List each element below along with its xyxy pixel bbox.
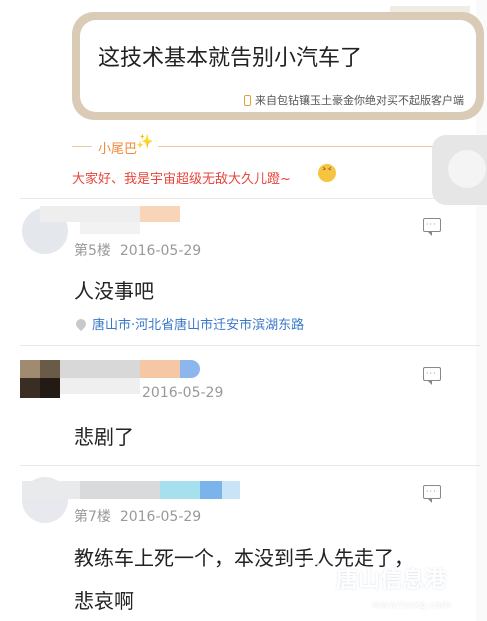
username-blurred-pixel bbox=[222, 481, 240, 499]
comment-text: 悲剧了 bbox=[74, 425, 134, 449]
post-date: 2016-05-29 bbox=[142, 385, 224, 401]
floating-button-circle[interactable] bbox=[448, 150, 486, 188]
username-blurred-pixel bbox=[60, 378, 140, 394]
username-blurred-pixel bbox=[200, 481, 222, 499]
location-pin-icon bbox=[73, 316, 89, 331]
username-blurred-pixel bbox=[140, 360, 180, 378]
username-blurred[interactable] bbox=[60, 360, 140, 378]
laughing-emoji-icon: ˃˂ bbox=[318, 164, 336, 182]
comment-item: ··· 2016-05-29 悲剧了 bbox=[0, 345, 487, 465]
comment-text: 人没事吧 bbox=[74, 279, 154, 303]
username-blurred-pixel bbox=[80, 481, 160, 499]
floor-number: 第5楼 bbox=[74, 243, 111, 259]
client-source-label: 来自包钻镶玉土豪金你绝对买不起版客户端 bbox=[255, 94, 464, 107]
signature-text: 大家好、我是宇宙超级无敌大久儿蹬~ bbox=[72, 172, 291, 187]
floor-and-date: 第7楼 2016-05-29 bbox=[74, 506, 201, 526]
username-blurred[interactable] bbox=[40, 206, 140, 222]
tail-emoji-icon: ✨ bbox=[136, 134, 154, 150]
tail-label: 小尾巴 bbox=[98, 142, 138, 157]
watermark-text: 唐山信息港 bbox=[336, 568, 447, 593]
phone-icon bbox=[244, 94, 251, 106]
post-date: 2016-05-29 bbox=[119, 243, 202, 259]
username-blurred-pixel bbox=[140, 206, 180, 222]
reply-icon[interactable]: ··· bbox=[423, 218, 441, 236]
watermark-logo-icon bbox=[290, 560, 328, 598]
tail-divider-left bbox=[72, 146, 92, 147]
username-blurred-pixel bbox=[80, 222, 140, 234]
comment-text-line-2: 悲哀啊 bbox=[74, 589, 134, 613]
reply-icon[interactable]: ··· bbox=[423, 367, 441, 385]
client-source: 来自包钻镶玉土豪金你绝对买不起版客户端 bbox=[244, 92, 464, 108]
floor-number: 第7楼 bbox=[74, 509, 111, 525]
bubble-text: 这技术基本就告别小汽车了 bbox=[98, 46, 363, 71]
quoted-post-bubble: 这技术基本就告别小汽车了 来自包钻镶玉土豪金你绝对买不起版客户端 bbox=[72, 12, 484, 120]
location-text: 唐山市·河北省唐山市迁安市滨湖东路 bbox=[92, 318, 305, 333]
watermark-url: www.tsxxg.com bbox=[372, 600, 451, 611]
comment-item: ··· 第5楼 2016-05-29 人没事吧 唐山市·河北省唐山市迁安市滨湖东… bbox=[0, 198, 487, 344]
bubble-inner: 这技术基本就告别小汽车了 来自包钻镶玉土豪金你绝对买不起版客户端 bbox=[80, 20, 476, 112]
avatar-blurred-pixel bbox=[20, 378, 40, 398]
avatar-blurred-pixel bbox=[40, 378, 60, 398]
username-blurred-pixel bbox=[160, 481, 200, 499]
location[interactable]: 唐山市·河北省唐山市迁安市滨湖东路 bbox=[73, 314, 305, 333]
avatar-blurred-pixel bbox=[40, 360, 60, 378]
reply-icon[interactable]: ··· bbox=[423, 485, 441, 503]
post-date: 2016-05-29 bbox=[119, 509, 202, 525]
username-blurred-pixel bbox=[180, 360, 200, 378]
floor-and-date: 第5楼 2016-05-29 bbox=[74, 240, 201, 260]
avatar-blurred-pixel[interactable] bbox=[20, 360, 40, 378]
comment-item: ··· 第7楼 2016-05-29 教练车上死一个，本没到手人先走了， 悲哀啊 bbox=[0, 465, 487, 621]
